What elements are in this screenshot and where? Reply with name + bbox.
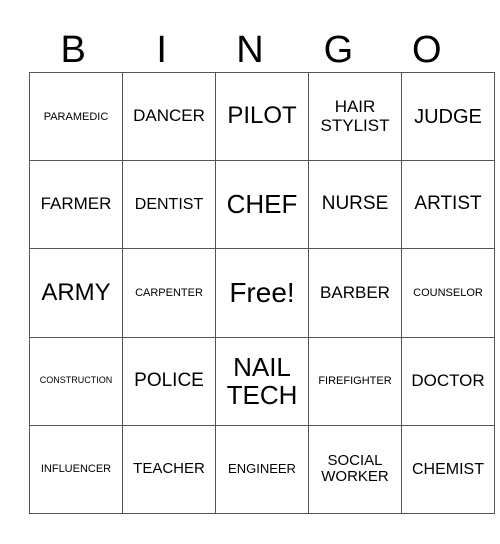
bingo-cell[interactable]: CONSTRUCTION bbox=[29, 336, 123, 426]
bingo-cell[interactable]: NAIL TECH bbox=[215, 336, 309, 426]
bingo-cell[interactable]: DOCTOR bbox=[401, 336, 495, 426]
bingo-cell[interactable]: NURSE bbox=[308, 160, 402, 250]
grid-row: ARMY CARPENTER Free! BARBER COUNSELOR bbox=[29, 248, 495, 338]
grid-row: CONSTRUCTION POLICE NAIL TECH FIREFIGHTE… bbox=[29, 336, 495, 426]
header-letter-o: O bbox=[412, 29, 442, 71]
grid-row: FARMER DENTIST CHEF NURSE ARTIST bbox=[29, 160, 495, 250]
bingo-cell[interactable]: SOCIAL WORKER bbox=[308, 424, 402, 515]
bingo-cell[interactable]: BARBER bbox=[308, 248, 402, 338]
bingo-cell[interactable]: COUNSELOR bbox=[401, 248, 495, 338]
bingo-cell[interactable]: CARPENTER bbox=[122, 248, 216, 338]
header-letter-g: G bbox=[323, 29, 354, 71]
header-letter-n: N bbox=[236, 29, 264, 71]
bingo-cell[interactable]: CHEF bbox=[215, 160, 309, 250]
bingo-cell[interactable]: CHEMIST bbox=[401, 424, 495, 515]
grid-row: PARAMEDIC DANCER PILOT HAIR STYLIST JUDG… bbox=[29, 71, 495, 162]
bingo-cell[interactable]: DANCER bbox=[122, 71, 216, 162]
bingo-cell[interactable]: FARMER bbox=[29, 160, 123, 250]
header-letter-b: B bbox=[60, 29, 86, 71]
bingo-cell[interactable]: PILOT bbox=[215, 71, 309, 162]
free-space-cell[interactable]: Free! bbox=[215, 248, 309, 338]
bingo-cell[interactable]: ARMY bbox=[29, 248, 123, 338]
bingo-cell[interactable]: JUDGE bbox=[401, 71, 495, 162]
bingo-cell[interactable]: ARTIST bbox=[401, 160, 495, 250]
bingo-cell[interactable]: ENGINEER bbox=[215, 424, 309, 515]
bingo-cell[interactable]: DENTIST bbox=[122, 160, 216, 250]
bingo-cell[interactable]: PARAMEDIC bbox=[29, 71, 123, 162]
header-letter-i: I bbox=[156, 29, 167, 71]
bingo-cell[interactable]: POLICE bbox=[122, 336, 216, 426]
bingo-cell[interactable]: TEACHER bbox=[122, 424, 216, 515]
bingo-cell[interactable]: FIREFIGHTER bbox=[308, 336, 402, 426]
bingo-cell[interactable]: INFLUENCER bbox=[29, 424, 123, 515]
grid-row: INFLUENCER TEACHER ENGINEER SOCIAL WORKE… bbox=[29, 424, 495, 515]
bingo-cell[interactable]: HAIR STYLIST bbox=[308, 71, 402, 162]
bingo-grid: PARAMEDIC DANCER PILOT HAIR STYLIST JUDG… bbox=[29, 71, 495, 515]
bingo-header: B I N G O bbox=[29, 28, 471, 72]
